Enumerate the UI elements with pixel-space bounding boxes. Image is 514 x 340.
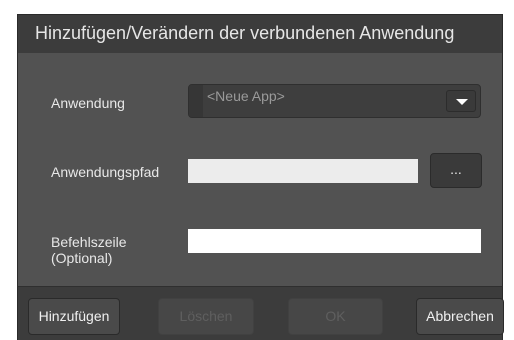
application-select-value: <Neue App> [207, 88, 285, 104]
chevron-down-icon [456, 99, 468, 105]
cancel-button[interactable]: Abbrechen [416, 298, 504, 335]
dialog-title: Hinzufügen/Verändern der verbundenen Anw… [35, 23, 455, 43]
application-label: Anwendung [51, 95, 125, 111]
command-label-line1: Befehlszeile [51, 234, 127, 250]
delete-button[interactable]: Löschen [158, 298, 254, 335]
application-select[interactable]: <Neue App> [188, 84, 481, 118]
command-label: Befehlszeile (Optional) [51, 234, 127, 266]
path-label: Anwendungspfad [51, 164, 160, 180]
combo-grip [189, 85, 203, 117]
dialog-titlebar: Hinzufügen/Verändern der verbundenen Anw… [17, 14, 503, 54]
ok-button[interactable]: OK [288, 298, 383, 335]
browse-button[interactable]: ... [430, 153, 482, 188]
dropdown-button[interactable] [446, 90, 476, 112]
command-label-line2: (Optional) [51, 250, 113, 266]
path-input[interactable] [188, 159, 418, 183]
command-input[interactable] [188, 229, 481, 253]
dialog: Hinzufügen/Verändern der verbundenen Anw… [0, 0, 514, 340]
add-button[interactable]: Hinzufügen [28, 298, 120, 335]
